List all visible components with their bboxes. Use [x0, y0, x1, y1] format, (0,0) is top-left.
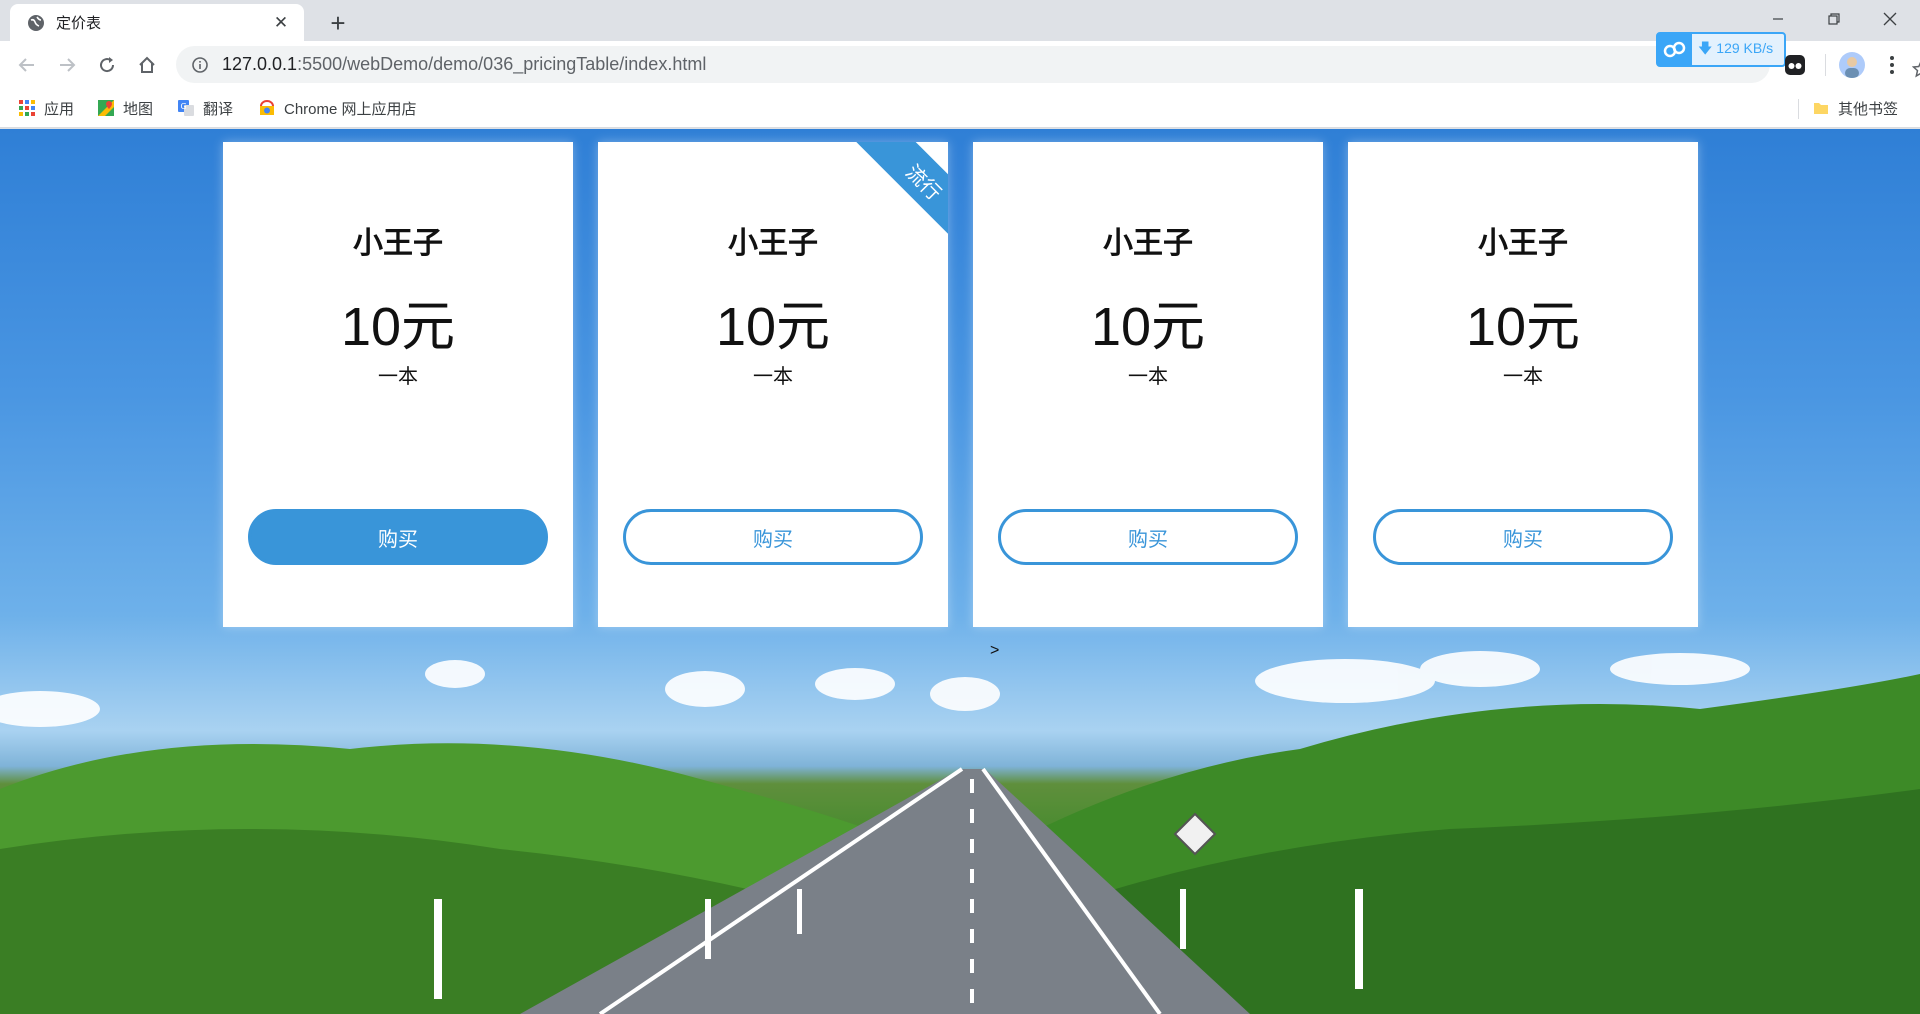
card-unit: 一本 [1503, 366, 1543, 388]
card-unit: 一本 [753, 366, 793, 388]
new-tab-button[interactable]: + [322, 7, 354, 39]
bookmark-star-icon[interactable] [1910, 58, 1920, 80]
apps-grid-icon [18, 99, 36, 117]
home-icon[interactable] [131, 49, 163, 81]
translate-icon: G [177, 99, 195, 117]
buy-button[interactable]: 购买 [623, 509, 923, 565]
page-viewport: 小王子 10元 一本 购买 流行 小王子 10元 一本 购买 小王子 10元 一… [0, 129, 1920, 1014]
pricing-cards: 小王子 10元 一本 购买 流行 小王子 10元 一本 购买 小王子 10元 一… [223, 142, 1699, 659]
info-icon[interactable] [190, 55, 210, 75]
card-price: 10元 [340, 297, 456, 357]
card-title: 小王子 [1478, 227, 1568, 260]
back-arrow-icon[interactable] [11, 49, 43, 81]
close-tab-icon[interactable]: ✕ [270, 12, 292, 34]
buy-button[interactable]: 购买 [248, 509, 548, 565]
stray-text: > [990, 642, 1000, 659]
buy-button[interactable]: 购买 [1373, 509, 1673, 565]
maps-icon [97, 99, 115, 117]
pricing-card: 小王子 10元 一本 购买 [223, 142, 573, 627]
bookmark-maps[interactable]: 地图 [97, 94, 153, 122]
webstore-icon [258, 99, 276, 117]
bookmark-label: 翻译 [203, 100, 234, 118]
card-unit: 一本 [1128, 366, 1168, 388]
close-window-button[interactable] [1862, 0, 1918, 38]
pricing-card-popular: 流行 小王子 10元 一本 购买 [598, 142, 948, 627]
card-title: 小王子 [353, 227, 443, 260]
buy-button[interactable]: 购买 [998, 509, 1298, 565]
tab-title: 定价表 [56, 15, 102, 32]
card-unit: 一本 [378, 366, 418, 388]
more-menu-icon[interactable] [1880, 52, 1904, 78]
bookmarks-divider [1798, 99, 1799, 119]
download-speed-text: 129 KB/s [1716, 39, 1774, 56]
folder-icon [1812, 99, 1830, 117]
tab-strip: 定价表 ✕ + [0, 0, 1920, 41]
reload-icon[interactable] [91, 49, 123, 81]
card-title: 小王子 [728, 227, 818, 260]
bookmark-webstore[interactable]: Chrome 网上应用店 [258, 94, 417, 122]
cloud-logo-icon [1658, 34, 1692, 65]
pricing-card: 小王子 10元 一本 购买 [1348, 142, 1698, 627]
svg-text:G: G [181, 102, 187, 111]
url-path: :5500/webDemo/demo/036_pricingTable/inde… [297, 54, 707, 74]
download-arrow-icon: 🡇 [1698, 39, 1713, 56]
bookmark-label: 地图 [123, 100, 154, 118]
globe-icon [26, 13, 46, 33]
browser-toolbar: 127.0.0.1:5500/webDemo/demo/036_pricingT… [0, 41, 1920, 88]
toolbar-divider [1825, 54, 1826, 76]
card-price: 10元 [715, 297, 831, 357]
restore-window-button[interactable] [1806, 0, 1862, 38]
bookmarks-bar: 应用 地图 G 翻译 Chrome 网上应用店 其他书签 [0, 88, 1920, 128]
bookmark-translate[interactable]: G 翻译 [177, 94, 233, 122]
url-host: 127.0.0.1 [222, 54, 298, 74]
pricing-card: 小王子 10元 一本 购买 [973, 142, 1323, 627]
bookmark-label: Chrome 网上应用店 [284, 100, 417, 118]
download-speed-extension[interactable]: 🡇 129 KB/s [1656, 32, 1786, 67]
extension-icon[interactable] [1782, 52, 1808, 78]
card-price: 10元 [1465, 297, 1581, 357]
card-price: 10元 [1090, 297, 1206, 357]
forward-arrow-icon[interactable] [51, 49, 83, 81]
other-bookmarks[interactable]: 其他书签 [1812, 94, 1898, 122]
profile-avatar[interactable] [1839, 52, 1865, 78]
other-bookmarks-label: 其他书签 [1838, 100, 1899, 118]
bookmark-label: 应用 [44, 100, 75, 118]
address-bar[interactable]: 127.0.0.1:5500/webDemo/demo/036_pricingT… [176, 46, 1920, 83]
browser-tab[interactable]: 定价表 ✕ [10, 4, 304, 41]
card-title: 小王子 [1103, 227, 1193, 260]
bookmark-apps[interactable]: 应用 [18, 94, 74, 122]
